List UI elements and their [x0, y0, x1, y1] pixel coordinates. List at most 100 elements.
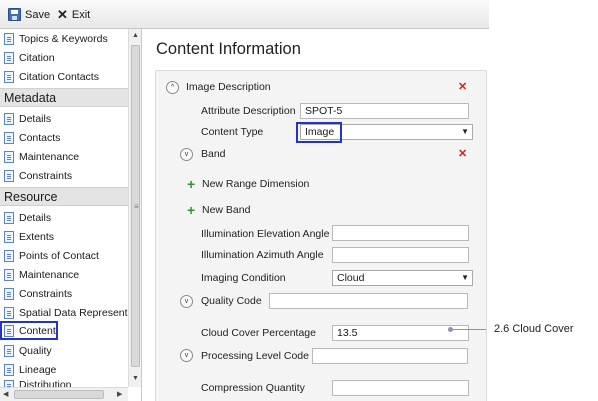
sidebar-vertical-scrollbar[interactable]: ▲ ≡ ▼	[128, 29, 141, 387]
sidebar-item-resource-constraints[interactable]: Constraints	[0, 284, 128, 303]
sidebar-item-metadata-constraints[interactable]: Constraints	[0, 166, 128, 185]
processing-level-label: Processing Level Code	[201, 350, 309, 362]
sidebar-header-metadata: Metadata	[0, 88, 128, 107]
attribute-description-label: Attribute Description	[201, 105, 296, 117]
sidebar-item-label: Spatial Data Representat	[19, 306, 137, 319]
sidebar-item-resource-details[interactable]: Details	[0, 208, 128, 227]
page-icon	[4, 150, 14, 163]
sidebar-item-label: Constraints	[19, 287, 73, 300]
page-icon	[4, 324, 14, 337]
page-icon	[4, 363, 14, 376]
illumination-elevation-label: Illumination Elevation Angle	[201, 228, 330, 240]
sidebar-item-label: Details	[19, 211, 52, 224]
sidebar-item-metadata-contacts[interactable]: Contacts	[0, 128, 128, 147]
illumination-azimuth-label: Illumination Azimuth Angle	[201, 249, 324, 261]
sidebar-item-label: Constraints	[19, 169, 73, 182]
sidebar-item-citation[interactable]: Citation	[0, 48, 128, 67]
page-icon	[4, 70, 14, 83]
delete-icon[interactable]: ✕	[458, 147, 467, 160]
page-icon	[4, 268, 14, 281]
imaging-condition-label: Imaging Condition	[201, 272, 286, 284]
sidebar-item-resource-maintenance[interactable]: Maintenance	[0, 265, 128, 284]
quality-code-field[interactable]	[269, 293, 468, 309]
sidebar-item-label: Contacts	[19, 131, 61, 144]
sidebar-header-resource: Resource	[0, 187, 128, 206]
plus-icon[interactable]: +	[187, 177, 195, 191]
page-icon	[4, 230, 14, 243]
sidebar-item-label: Maintenance	[19, 268, 80, 281]
callout-label: 2.6 Cloud Cover	[494, 323, 574, 335]
sidebar-item-extents[interactable]: Extents	[0, 227, 128, 246]
sidebar-item-label: Distribution	[19, 379, 72, 387]
page-icon	[4, 51, 14, 64]
scroll-up-arrow-icon[interactable]: ▲	[132, 32, 139, 39]
collapse-processing-level-button[interactable]: v	[180, 349, 193, 362]
plus-icon[interactable]: +	[187, 203, 195, 217]
exit-button[interactable]: ✕ Exit	[57, 6, 90, 23]
sidebar-horizontal-scrollbar[interactable]: ◀ ▶	[0, 387, 128, 401]
scroll-left-arrow-icon[interactable]: ◀	[3, 390, 8, 398]
new-range-dimension-link[interactable]: New Range Dimension	[202, 178, 309, 190]
sidebar-item-metadata-maintenance[interactable]: Maintenance	[0, 147, 128, 166]
sidebar-item-content[interactable]: Content	[0, 321, 58, 340]
illumination-azimuth-field[interactable]	[332, 247, 469, 263]
sidebar-item-label: Maintenance	[19, 150, 80, 163]
cloud-cover-label: Cloud Cover Percentage	[201, 327, 316, 339]
sidebar-item-quality[interactable]: Quality	[0, 341, 128, 360]
new-band-link[interactable]: New Band	[202, 204, 250, 216]
sidebar-item-spatial-data-representation[interactable]: Spatial Data Representat	[0, 303, 136, 322]
chevron-down-icon: ▼	[461, 273, 469, 282]
sidebar-item-label: Topics & Keywords	[19, 32, 108, 45]
collapse-band-button[interactable]: v	[180, 148, 193, 161]
sidebar-item-label: Citation	[19, 51, 55, 64]
scroll-down-arrow-icon[interactable]: ▼	[132, 375, 139, 382]
image-description-label: Image Description	[186, 81, 271, 93]
compression-quantity-label: Compression Quantity	[201, 382, 305, 394]
scrollbar-thumb[interactable]	[14, 390, 104, 399]
compression-quantity-field[interactable]	[332, 380, 469, 396]
imaging-condition-value: Cloud	[337, 272, 365, 284]
content-type-label: Content Type	[201, 126, 264, 138]
processing-level-field[interactable]	[312, 348, 468, 364]
toolbar: Save ✕ Exit	[0, 0, 489, 29]
page-icon	[4, 287, 14, 300]
sidebar-item-label: Citation Contacts	[19, 70, 99, 83]
save-icon	[8, 8, 21, 21]
quality-code-label: Quality Code	[201, 295, 262, 307]
editor-window: Save ✕ Exit Topics & Keywords Citation C…	[0, 0, 489, 401]
delete-icon[interactable]: ✕	[458, 80, 467, 93]
sidebar-item-topics-keywords[interactable]: Topics & Keywords	[0, 29, 128, 48]
sidebar-item-label: Lineage	[19, 363, 57, 376]
page-icon	[4, 169, 14, 182]
content-pane: Content Information ^ Image Description …	[142, 29, 489, 401]
save-button[interactable]: Save	[8, 6, 50, 23]
chevron-down-icon: ▼	[461, 127, 469, 136]
sidebar-item-label: Details	[19, 112, 52, 125]
content-panel: ^ Image Description ✕ Attribute Descript…	[155, 70, 487, 401]
illumination-elevation-field[interactable]	[332, 225, 469, 241]
save-label: Save	[25, 8, 51, 21]
sidebar-item-label: Extents	[19, 230, 55, 243]
page-icon	[4, 380, 14, 387]
sidebar-item-lineage[interactable]: Lineage	[0, 360, 128, 379]
scroll-right-arrow-icon[interactable]: ▶	[117, 390, 122, 398]
sidebar-item-label: Quality	[19, 344, 52, 357]
page-icon	[4, 131, 14, 144]
sidebar-item-label: Points of Contact	[19, 249, 99, 262]
page-icon	[4, 112, 14, 125]
attribute-description-field[interactable]: SPOT-5	[300, 103, 469, 119]
sidebar-item-points-of-contact[interactable]: Points of Contact	[0, 246, 128, 265]
page-icon	[4, 211, 14, 224]
collapse-quality-code-button[interactable]: v	[180, 295, 193, 308]
sidebar-item-citation-contacts[interactable]: Citation Contacts	[0, 67, 128, 86]
page-icon	[4, 344, 14, 357]
page-icon	[4, 32, 14, 45]
imaging-condition-select[interactable]: Cloud ▼	[332, 270, 473, 286]
content-type-highlight	[296, 122, 342, 143]
sidebar-item-distribution[interactable]: Distribution	[0, 379, 128, 387]
scrollbar-thumb[interactable]: ≡	[131, 45, 140, 367]
band-label: Band	[201, 148, 226, 160]
page-title: Content Information	[156, 40, 301, 58]
collapse-image-description-button[interactable]: ^	[166, 81, 179, 94]
sidebar-item-metadata-details[interactable]: Details	[0, 109, 128, 128]
